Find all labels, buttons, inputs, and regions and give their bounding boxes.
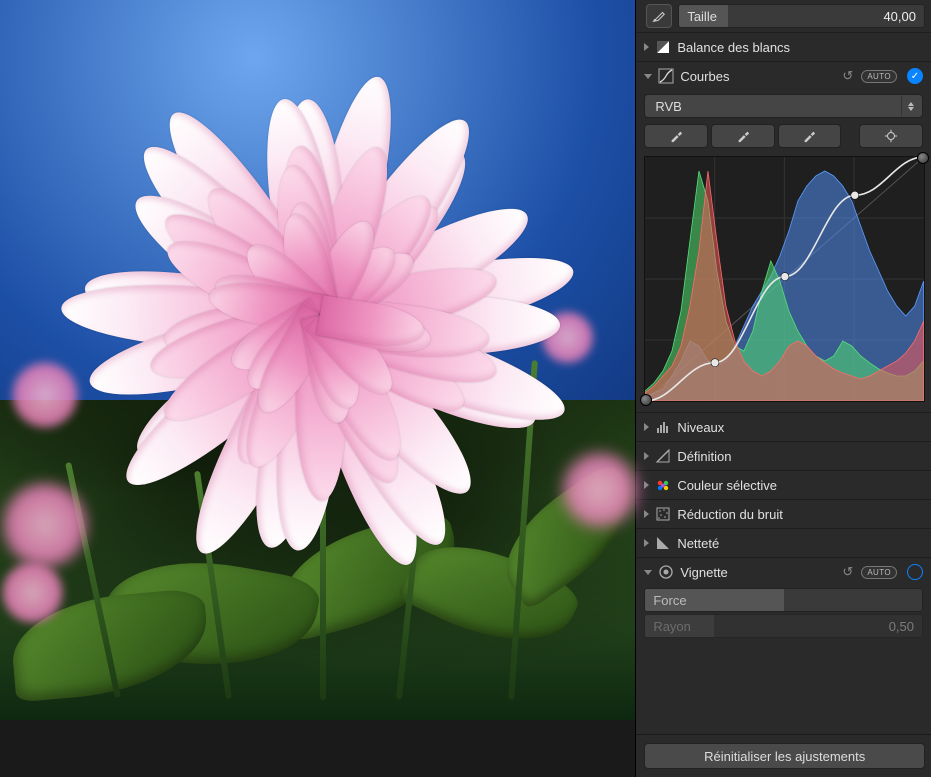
white-point-picker[interactable] xyxy=(778,124,842,148)
chevron-right-icon xyxy=(644,539,649,547)
section-title: Vignette xyxy=(680,565,834,580)
curve-end-handle[interactable] xyxy=(917,152,929,164)
auto-button[interactable]: AUTO xyxy=(861,70,897,83)
section-title: Définition xyxy=(677,449,923,464)
curves-channel-select[interactable]: RVB xyxy=(644,94,923,118)
chevron-right-icon xyxy=(644,481,649,489)
vignette-icon xyxy=(658,564,674,580)
reset-icon[interactable]: ↺ xyxy=(840,68,855,84)
toggle-inactive[interactable] xyxy=(907,564,923,580)
brush-button[interactable] xyxy=(646,4,672,28)
section-title: Balance des blancs xyxy=(677,40,923,55)
slider-label: Force xyxy=(653,593,686,608)
canvas-bottom-bar xyxy=(0,720,635,777)
add-point-picker[interactable] xyxy=(859,124,923,148)
adjustments-sidebar: Taille 40,00 Balance des blancs Courbes xyxy=(635,0,931,777)
section-vignette[interactable]: Vignette ↺ AUTO xyxy=(636,558,931,586)
section-title: Réduction du bruit xyxy=(677,507,923,522)
black-point-picker[interactable] xyxy=(644,124,708,148)
photo-canvas[interactable] xyxy=(0,0,635,777)
chevron-right-icon xyxy=(644,510,649,518)
section-title: Couleur sélective xyxy=(677,478,923,493)
chevron-right-icon xyxy=(644,452,649,460)
vignette-strength-slider[interactable]: Force xyxy=(644,588,923,612)
section-noise-reduction[interactable]: Réduction du bruit xyxy=(636,500,931,528)
eyedropper-icon xyxy=(736,129,750,143)
curves-icon xyxy=(658,68,674,84)
reset-button-label: Réinitialiser les ajustements xyxy=(704,749,865,764)
main-flower xyxy=(90,80,550,510)
size-label: Taille xyxy=(687,9,717,24)
color-wheel-icon xyxy=(655,477,671,493)
slider-label: Rayon xyxy=(653,619,691,634)
white-balance-icon xyxy=(655,39,671,55)
section-white-balance[interactable]: Balance des blancs xyxy=(636,33,931,61)
section-selective-color[interactable]: Couleur sélective xyxy=(636,471,931,499)
bg-flower xyxy=(0,480,90,570)
sharpen-icon xyxy=(655,535,671,551)
toggle-active[interactable]: ✓ xyxy=(907,68,923,84)
eyedropper-icon xyxy=(802,129,816,143)
bg-flower xyxy=(10,360,80,430)
chevron-down-icon xyxy=(644,74,652,79)
chevron-right-icon xyxy=(644,43,649,51)
chevron-down-icon xyxy=(644,570,652,575)
bg-flower xyxy=(0,560,65,625)
levels-icon xyxy=(655,419,671,435)
vignette-radius-slider[interactable]: Rayon 0,50 xyxy=(644,614,923,638)
select-arrows-icon xyxy=(901,96,920,116)
gray-point-picker[interactable] xyxy=(711,124,775,148)
brush-icon xyxy=(652,9,666,23)
curves-graph[interactable] xyxy=(644,156,925,402)
section-definition[interactable]: Définition xyxy=(636,442,931,470)
curve-start-handle[interactable] xyxy=(640,394,652,406)
section-title: Courbes xyxy=(680,69,834,84)
section-title: Niveaux xyxy=(677,420,923,435)
definition-icon xyxy=(655,448,671,464)
target-icon xyxy=(884,129,898,143)
slider-value: 0,50 xyxy=(889,619,914,634)
auto-button[interactable]: AUTO xyxy=(861,566,897,579)
size-slider[interactable]: Taille 40,00 xyxy=(678,4,925,28)
size-value: 40,00 xyxy=(883,9,916,24)
curves-channel-value: RVB xyxy=(655,99,682,114)
section-levels[interactable]: Niveaux xyxy=(636,413,931,441)
reset-adjustments-button[interactable]: Réinitialiser les ajustements xyxy=(644,743,925,769)
eyedropper-icon xyxy=(669,129,683,143)
noise-icon xyxy=(655,506,671,522)
section-sharpness[interactable]: Netteté xyxy=(636,529,931,557)
bg-flower xyxy=(560,450,640,530)
chevron-right-icon xyxy=(644,423,649,431)
section-title: Netteté xyxy=(677,536,923,551)
reset-icon[interactable]: ↺ xyxy=(840,564,855,580)
section-curves[interactable]: Courbes ↺ AUTO ✓ xyxy=(636,62,931,90)
